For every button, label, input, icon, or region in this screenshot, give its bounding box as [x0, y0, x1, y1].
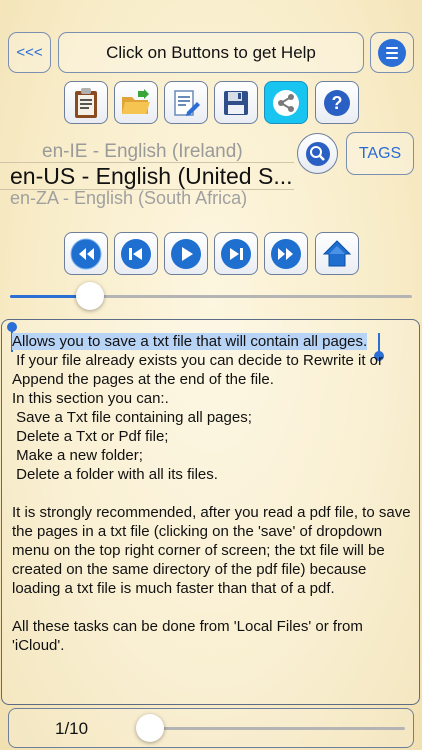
- page-slider-track[interactable]: [150, 727, 405, 730]
- skip-forward-icon: [221, 238, 251, 269]
- menu-icon: [378, 38, 406, 67]
- search-icon: [305, 141, 330, 166]
- help-text-line: Save a Txt file containing all pages;: [12, 409, 252, 426]
- back-button[interactable]: <<<: [8, 32, 51, 73]
- selected-text: Allows you to save a txt file that will …: [12, 333, 368, 350]
- fast-backward-icon: [70, 238, 102, 269]
- help-text: Allows you to save a txt file that will …: [12, 332, 414, 655]
- skip-back-icon: [121, 238, 151, 269]
- svg-text:?: ?: [332, 93, 343, 113]
- help-text-line: If your file already exists you can deci…: [12, 352, 387, 388]
- clipboard-button[interactable]: [64, 81, 108, 124]
- help-text-line: All these tasks can be done from 'Local …: [12, 618, 368, 654]
- help-text-line: [12, 484, 414, 503]
- language-option-selected[interactable]: en-US - English (United S...: [10, 163, 293, 190]
- previous-button[interactable]: [114, 232, 158, 275]
- help-text-line: Delete a folder with all its files.: [12, 466, 218, 483]
- save-disk-icon: [224, 90, 248, 115]
- play-button[interactable]: [164, 232, 208, 275]
- page-slider-thumb[interactable]: [136, 714, 164, 742]
- question-button[interactable]: ?: [315, 81, 359, 124]
- speed-slider-track[interactable]: [10, 295, 412, 298]
- next-button[interactable]: [214, 232, 258, 275]
- tags-button[interactable]: TAGS: [346, 132, 414, 175]
- clipboard-icon: [75, 87, 97, 118]
- speed-slider-thumb[interactable]: [76, 282, 105, 310]
- home-icon: [322, 239, 352, 266]
- help-hint-label: Click on Buttons to get Help: [106, 42, 316, 62]
- help-hint-button[interactable]: Click on Buttons to get Help: [58, 32, 364, 73]
- help-text-line: It is strongly recommended, after you re…: [12, 504, 415, 597]
- play-icon: [171, 238, 201, 269]
- menu-button[interactable]: [370, 32, 414, 73]
- page-indicator: 1/10: [55, 719, 89, 738]
- help-text-line: [12, 598, 414, 617]
- fast-forward-icon: [271, 238, 301, 269]
- home-button[interactable]: [315, 232, 359, 275]
- question-icon: ?: [324, 89, 350, 116]
- open-folder-icon: [122, 88, 150, 114]
- rewind-button[interactable]: [64, 232, 108, 275]
- save-button[interactable]: [214, 81, 258, 124]
- search-button[interactable]: [297, 133, 338, 174]
- fast-forward-button[interactable]: [264, 232, 308, 275]
- help-text-line: In this section you can:.: [12, 390, 169, 407]
- language-option-prev[interactable]: en-IE - English (Ireland): [42, 141, 243, 163]
- edit-button[interactable]: [164, 81, 208, 124]
- back-button-label: <<<: [16, 44, 43, 61]
- open-folder-button[interactable]: [114, 81, 158, 124]
- help-text-line: Make a new folder;: [12, 447, 143, 464]
- share-button[interactable]: [264, 81, 308, 124]
- edit-document-icon: [174, 89, 200, 116]
- tags-label: TAGS: [358, 144, 402, 162]
- help-text-line: Delete a Txt or Pdf file;: [12, 428, 169, 445]
- language-option-next[interactable]: en-ZA - English (South Africa): [10, 188, 247, 209]
- share-icon: [273, 89, 299, 116]
